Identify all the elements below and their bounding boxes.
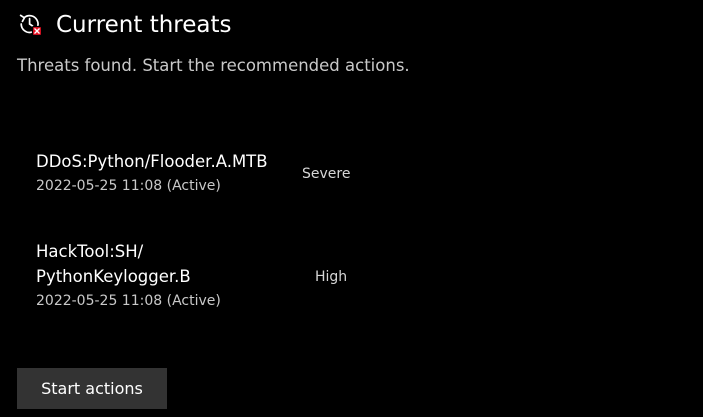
threat-severity: High — [315, 269, 348, 285]
threat-history-icon — [19, 14, 43, 37]
start-actions-button[interactable]: Start actions — [17, 368, 167, 409]
threat-name: DDoS:Python/Flooder.A.MTB — [36, 152, 268, 171]
threat-severity: Severe — [302, 166, 351, 182]
threat-date: 2022-05-25 11:08 (Active) — [36, 293, 221, 309]
threat-name-line-2: PythonKeylogger.B — [36, 267, 191, 286]
page-subtitle: Threats found. Start the recommended act… — [17, 56, 410, 75]
page-title: Current threats — [56, 12, 232, 38]
threat-date: 2022-05-25 11:08 (Active) — [36, 178, 221, 194]
threat-name-line-1: HackTool:SH/ — [36, 242, 144, 261]
